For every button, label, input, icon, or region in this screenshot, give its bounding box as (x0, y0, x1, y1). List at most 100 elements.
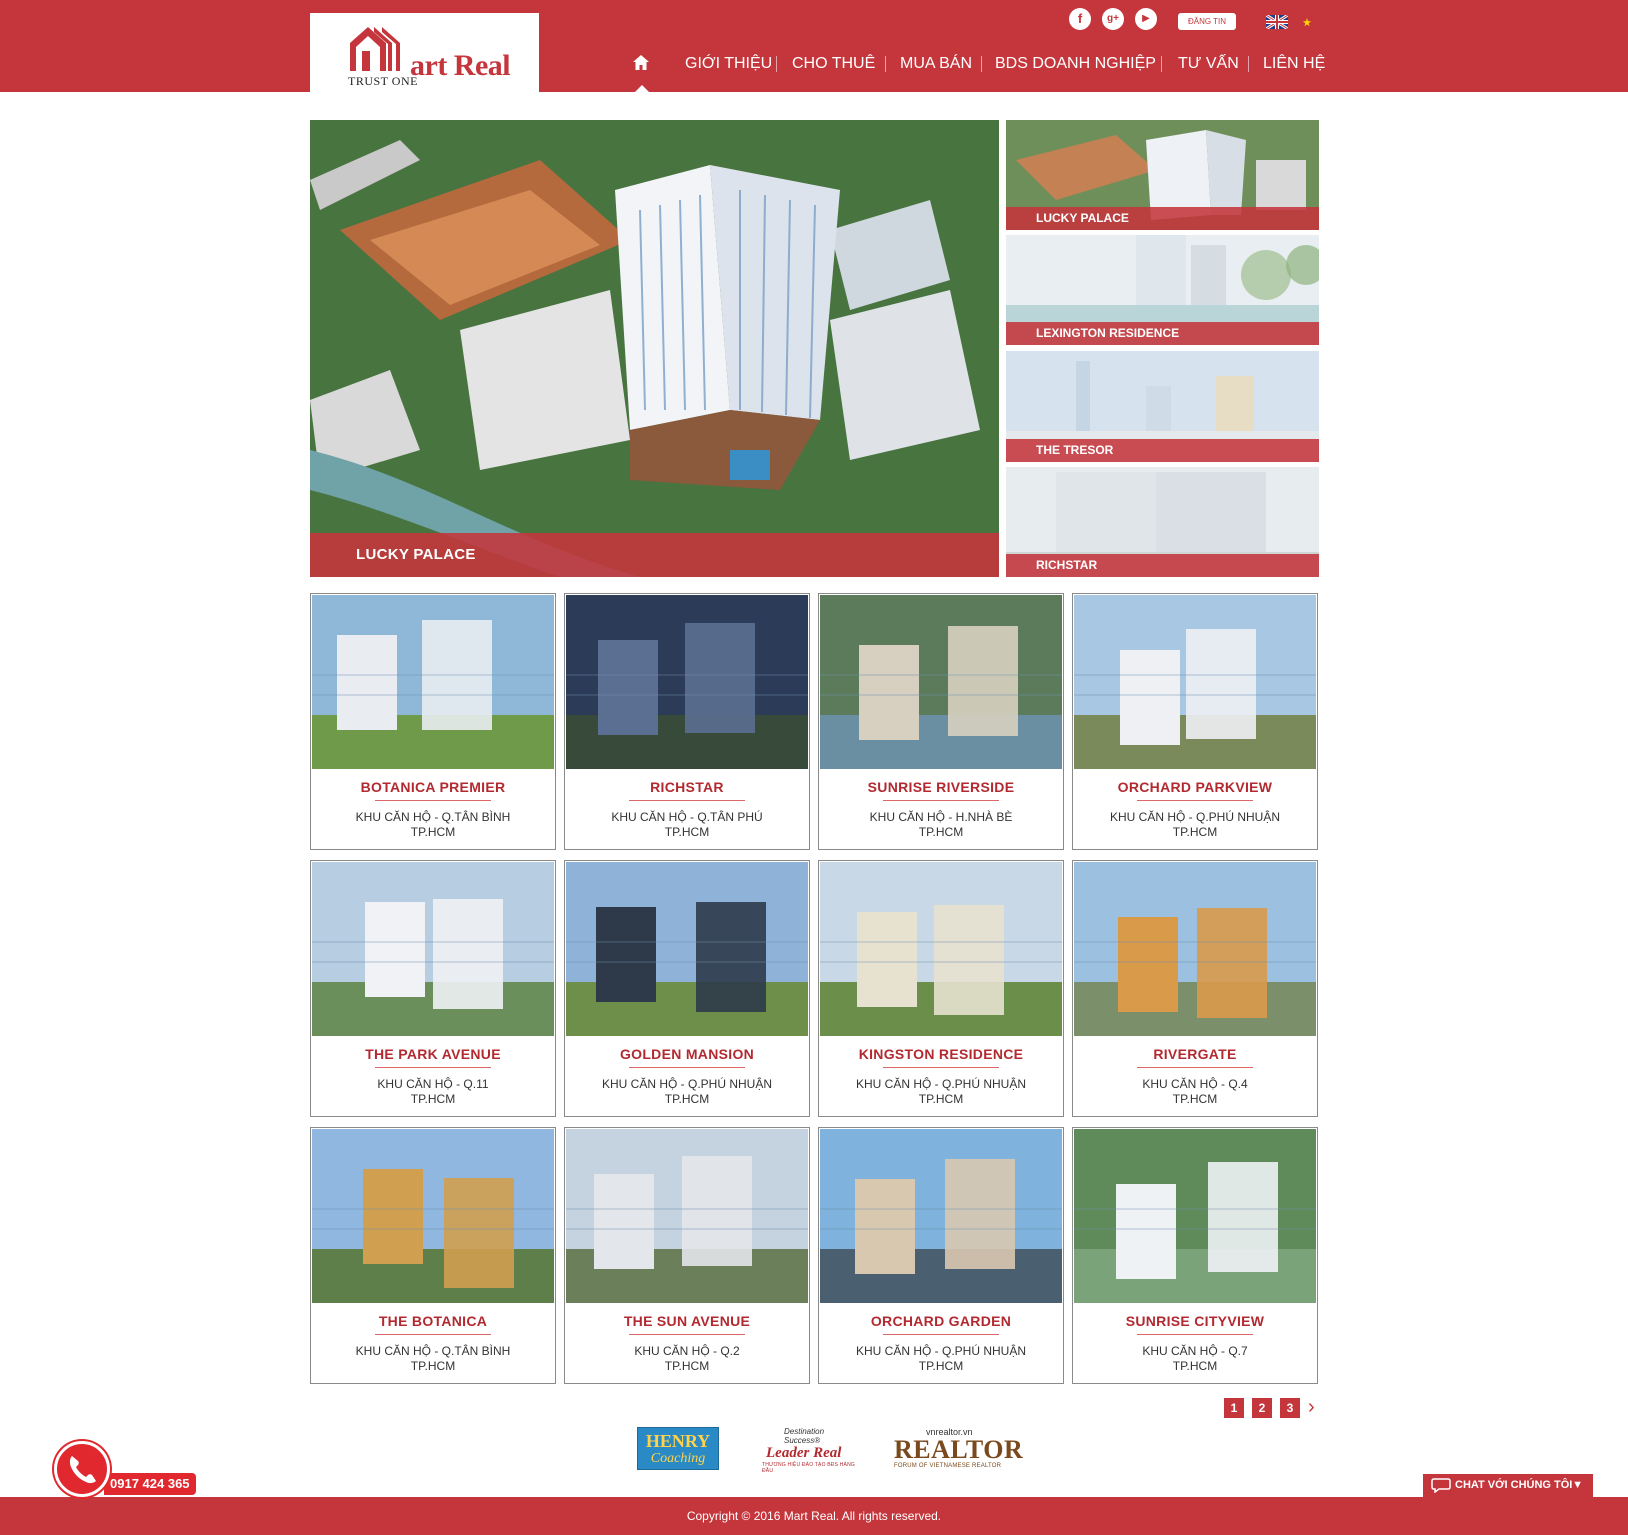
nav-cho-thue[interactable]: CHO THUÊ (792, 52, 875, 76)
title-underline (375, 1334, 491, 1335)
project-city: TP.HCM (410, 1092, 456, 1106)
youtube-icon[interactable]: ▶ (1135, 8, 1157, 30)
chevron-down-icon: ▼ (1572, 1479, 1583, 1491)
pagination-next-icon[interactable]: › (1308, 1396, 1315, 1419)
project-card[interactable]: RICHSTAR KHU CĂN HỘ - Q.TÂN PHÚ TP.HCM (564, 593, 810, 850)
nav-divider (1248, 56, 1249, 72)
project-location: KHU CĂN HỘ - Q.4 TP.HCM (1073, 1077, 1317, 1107)
uk-flag-icon[interactable] (1266, 15, 1288, 29)
partner-henry-coaching[interactable]: HENRY Coaching (637, 1427, 719, 1470)
project-location: KHU CĂN HỘ - Q.TÂN BÌNH TP.HCM (311, 810, 555, 840)
pagination-page-1[interactable]: 1 (1224, 1398, 1244, 1418)
nav-divider (885, 56, 886, 72)
partner-leader-real[interactable]: Destination Success® Leader Real THƯƠNG … (762, 1427, 862, 1474)
project-title[interactable]: KINGSTON RESIDENCE (819, 1046, 1063, 1062)
project-location: KHU CĂN HỘ - Q.PHÚ NHUẬN TP.HCM (819, 1344, 1063, 1374)
project-district: KHU CĂN HỘ - Q.TÂN BÌNH (355, 1344, 511, 1358)
featured-main-project[interactable]: LUCKY PALACE (310, 120, 999, 577)
project-card[interactable]: ORCHARD GARDEN KHU CĂN HỘ - Q.PHÚ NHUẬN TP… (818, 1127, 1064, 1384)
project-title[interactable]: RICHSTAR (565, 779, 809, 795)
google-plus-icon[interactable]: g+ (1102, 8, 1124, 30)
nav-bds-doanh-nghiep[interactable]: BDS DOANH NGHIỆP (995, 52, 1156, 76)
chat-bubble-icon (1431, 1478, 1451, 1493)
active-nav-caret (635, 85, 649, 92)
project-title[interactable]: THE BOTANICA (311, 1313, 555, 1329)
project-card[interactable]: THE SUN AVENUE KHU CĂN HỘ - Q.2 TP.HCM (564, 1127, 810, 1384)
title-underline (629, 1334, 745, 1335)
hotline-button[interactable] (54, 1441, 110, 1497)
project-card[interactable]: SUNRISE CITYVIEW KHU CĂN HỘ - Q.7 TP.HCM (1072, 1127, 1318, 1384)
project-card[interactable]: ORCHARD PARKVIEW KHU CĂN HỘ - Q.PHÚ NHUẬN… (1072, 593, 1318, 850)
featured-side-caption: THE TRESOR (1006, 439, 1319, 462)
project-title[interactable]: THE PARK AVENUE (311, 1046, 555, 1062)
project-location: KHU CĂN HỘ - Q.PHÚ NHUẬN TP.HCM (1073, 810, 1317, 840)
partner-vnrealtor[interactable]: vnrealtor.vn REALTOR FORUM OF VIETNAMESE… (894, 1427, 1026, 1471)
facebook-icon[interactable]: f (1069, 8, 1091, 30)
featured-side-item[interactable]: RICHSTAR (1006, 467, 1319, 577)
featured-side-caption: LEXINGTON RESIDENCE (1006, 322, 1319, 345)
project-title[interactable]: THE SUN AVENUE (565, 1313, 809, 1329)
project-title[interactable]: GOLDEN MANSION (565, 1046, 809, 1062)
pagination-page-2[interactable]: 2 (1252, 1398, 1272, 1418)
project-image (566, 595, 808, 769)
project-title[interactable]: ORCHARD GARDEN (819, 1313, 1063, 1329)
project-district: KHU CĂN HỘ - Q.TÂN BÌNH (355, 810, 511, 824)
live-chat-tab[interactable]: CHAT VỚI CHÚNG TÔI ▼ (1423, 1474, 1593, 1497)
project-image (312, 862, 554, 1036)
featured-side-item[interactable]: LUCKY PALACE (1006, 120, 1319, 230)
project-district: KHU CĂN HỘ - Q.PHÚ NHUẬN (1109, 810, 1280, 824)
project-card[interactable]: THE BOTANICA KHU CĂN HỘ - Q.TÂN BÌNH TP.HC… (310, 1127, 556, 1384)
footer-copyright: Copyright © 2016 Mart Real. All rights r… (0, 1497, 1628, 1535)
logo-tagline: TRUST ONE (348, 74, 418, 88)
nav-gioi-thieu[interactable]: GIỚI THIỆU (685, 52, 772, 76)
phone-icon (69, 1456, 96, 1484)
project-card[interactable]: SUNRISE RIVERSIDE KHU CĂN HỘ - H.NHÀ BÈ TP… (818, 593, 1064, 850)
partner-henry-title: HENRY (645, 1431, 711, 1451)
site-logo[interactable]: art Real TRUST ONE (310, 13, 539, 92)
project-title[interactable]: RIVERGATE (1073, 1046, 1317, 1062)
nav-mua-ban[interactable]: MUA BÁN (900, 52, 972, 76)
title-underline (375, 1067, 491, 1068)
title-underline (375, 800, 491, 801)
nav-divider (981, 56, 982, 72)
project-location: KHU CĂN HỘ - H.NHÀ BÈ TP.HCM (819, 810, 1063, 840)
project-image (566, 1129, 808, 1303)
project-title[interactable]: SUNRISE RIVERSIDE (819, 779, 1063, 795)
project-image (1074, 595, 1316, 769)
hotline-number[interactable]: 0917 424 365 (104, 1473, 196, 1495)
project-location: KHU CĂN HỘ - Q.PHÚ NHUẬN TP.HCM (819, 1077, 1063, 1107)
nav-lien-he[interactable]: LIÊN HỆ (1263, 52, 1325, 76)
title-underline (1137, 1067, 1253, 1068)
featured-side-caption: LUCKY PALACE (1006, 207, 1319, 230)
partner-leader-sub: THƯƠNG HIỆU ĐÀO TẠO BĐS HÀNG ĐẦU (762, 1462, 855, 1474)
project-city: TP.HCM (918, 1092, 964, 1106)
project-city: TP.HCM (410, 1359, 456, 1373)
project-card[interactable]: RIVERGATE KHU CĂN HỘ - Q.4 TP.HCM (1072, 860, 1318, 1117)
pagination-page-3[interactable]: 3 (1280, 1398, 1300, 1418)
project-title[interactable]: BOTANICA PREMIER (311, 779, 555, 795)
project-city: TP.HCM (1172, 1359, 1218, 1373)
house-logo-icon (350, 27, 400, 71)
chat-label: CHAT VỚI CHÚNG TÔI (1455, 1479, 1573, 1491)
project-image (566, 862, 808, 1036)
featured-side-item[interactable]: LEXINGTON RESIDENCE (1006, 235, 1319, 345)
project-card[interactable]: GOLDEN MANSION KHU CĂN HỘ - Q.PHÚ NHUẬN TP… (564, 860, 810, 1117)
project-location: KHU CĂN HỘ - Q.11 TP.HCM (311, 1077, 555, 1107)
title-underline (629, 1067, 745, 1068)
project-location: KHU CĂN HỘ - Q.TÂN BÌNH TP.HCM (311, 1344, 555, 1374)
project-district: KHU CĂN HỘ - Q.PHÚ NHUẬN (601, 1077, 772, 1091)
project-title[interactable]: ORCHARD PARKVIEW (1073, 779, 1317, 795)
project-image (1074, 862, 1316, 1036)
featured-side-item[interactable]: THE TRESOR (1006, 351, 1319, 462)
partner-leader-main: Leader Real (766, 1445, 842, 1461)
nav-tu-van[interactable]: TƯ VẤN (1178, 52, 1239, 76)
project-card[interactable]: BOTANICA PREMIER KHU CĂN HỘ - Q.TÂN BÌNH T… (310, 593, 556, 850)
project-title[interactable]: SUNRISE CITYVIEW (1073, 1313, 1317, 1329)
project-card[interactable]: THE PARK AVENUE KHU CĂN HỘ - Q.11 TP.HCM (310, 860, 556, 1117)
project-city: TP.HCM (918, 1359, 964, 1373)
project-image (1074, 1129, 1316, 1303)
vietnam-flag-icon[interactable] (1298, 15, 1316, 29)
project-card[interactable]: KINGSTON RESIDENCE KHU CĂN HỘ - Q.PHÚ NHU… (818, 860, 1064, 1117)
post-listing-button[interactable]: ĐĂNG TIN (1178, 13, 1236, 30)
home-icon[interactable] (632, 54, 650, 71)
